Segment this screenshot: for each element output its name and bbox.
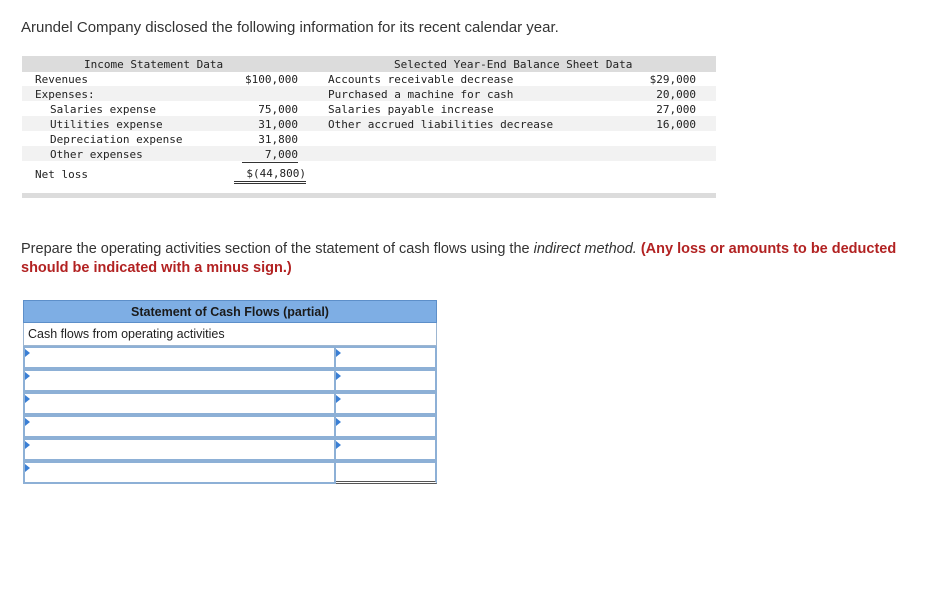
depreciation-expense-label: Depreciation expense [50,133,183,146]
dropdown-marker-icon [25,441,30,449]
revenues-label: Revenues [35,73,88,86]
instructions-text: Prepare the operating activities section… [21,241,534,257]
amount-input[interactable] [336,415,437,438]
cash-flow-row [23,438,437,461]
line-item-select[interactable] [23,438,336,461]
depreciation-expense-value: 31,800 [258,133,298,146]
amount-input[interactable] [336,392,437,415]
given-data-table: Income Statement Data Selected Year-End … [22,56,716,198]
net-loss-label: Net loss [35,168,88,181]
bs-item-value: 16,000 [656,118,696,131]
dropdown-marker-icon [336,349,341,357]
bs-item-value: $29,000 [649,73,696,86]
dropdown-marker-icon [25,349,30,357]
cash-flow-row [23,346,437,369]
amount-input[interactable] [336,369,437,392]
dropdown-marker-icon [336,418,341,426]
operating-activities-label: Cash flows from operating activities [23,323,437,346]
utilities-expense-value: 31,000 [258,118,298,131]
amount-input[interactable] [336,346,437,369]
dropdown-marker-icon [25,464,30,472]
cash-flow-row [23,415,437,438]
income-statement-header: Income Statement Data [84,58,224,71]
net-loss-value: $(44,800) [234,166,306,184]
salaries-expense-label: Salaries expense [50,103,156,116]
cash-flow-statement: Statement of Cash Flows (partial) Cash f… [23,300,437,484]
balance-sheet-header: Selected Year-End Balance Sheet Data [394,58,633,71]
dropdown-marker-icon [336,441,341,449]
revenues-value: $100,000 [245,73,298,86]
bs-item-label: Salaries payable increase [328,103,494,116]
line-item-select[interactable] [23,369,336,392]
total-label-select[interactable] [23,461,336,484]
bs-item-value: 20,000 [656,88,696,101]
intro-text: Arundel Company disclosed the following … [21,19,559,36]
dropdown-marker-icon [336,372,341,380]
total-amount-input[interactable] [336,461,437,484]
utilities-expense-label: Utilities expense [50,118,163,131]
bs-item-value: 27,000 [656,103,696,116]
bs-item-label: Accounts receivable decrease [328,73,514,86]
line-item-select[interactable] [23,415,336,438]
cash-flow-total-row [23,461,437,484]
dropdown-marker-icon [25,372,30,380]
line-item-select[interactable] [23,392,336,415]
salaries-expense-value: 75,000 [258,103,298,116]
cash-flow-row [23,369,437,392]
instructions: Prepare the operating activities section… [21,240,921,278]
cash-flow-title: Statement of Cash Flows (partial) [23,300,437,323]
expenses-label: Expenses: [35,88,95,101]
amount-input[interactable] [336,438,437,461]
dropdown-marker-icon [25,395,30,403]
cash-flow-row [23,392,437,415]
line-item-select[interactable] [23,346,336,369]
bs-item-label: Other accrued liabilities decrease [328,118,554,131]
other-expenses-label: Other expenses [50,148,143,161]
dropdown-marker-icon [25,418,30,426]
data-table-footer-band [22,193,716,198]
bs-item-label: Purchased a machine for cash [328,88,514,101]
instructions-method: indirect method. [533,241,637,257]
dropdown-marker-icon [336,395,341,403]
other-expenses-value: 7,000 [242,147,298,163]
